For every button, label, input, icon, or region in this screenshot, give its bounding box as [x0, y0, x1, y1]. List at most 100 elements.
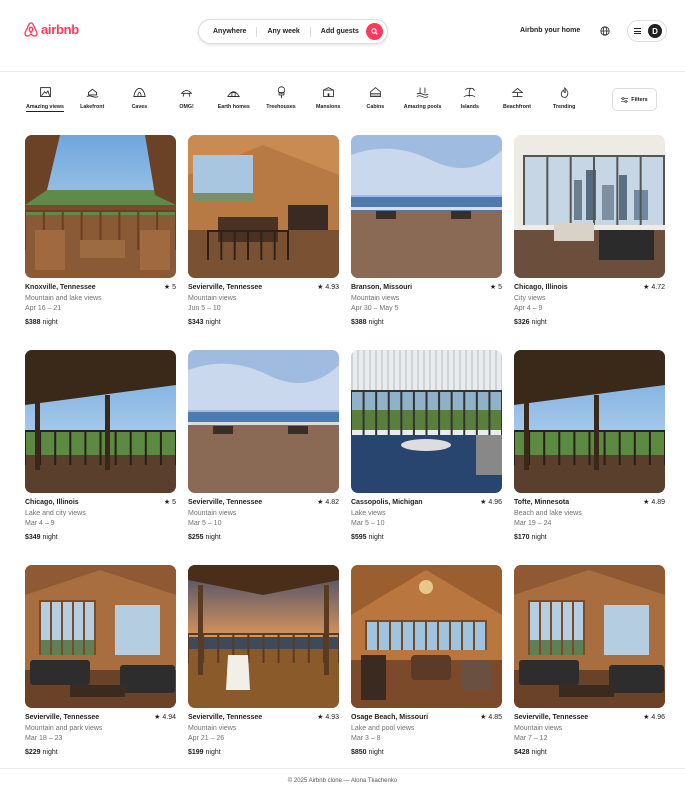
listing-photo[interactable]: [351, 565, 502, 708]
listing-photo[interactable]: [25, 565, 176, 708]
category-amazing-pools[interactable]: Amazing pools: [398, 86, 448, 110]
category-label: Treehouses: [266, 104, 296, 110]
avatar: D: [648, 24, 662, 38]
category-beachfront[interactable]: Beachfront: [492, 86, 542, 110]
star-icon: ★: [163, 499, 171, 506]
listing-card[interactable]: Knoxville, Tennessee ★ 5 Mountain and lake…: [25, 135, 176, 329]
category-lakefront[interactable]: Lakefront: [67, 86, 117, 110]
star-icon: ★: [154, 714, 161, 721]
category-earth-homes[interactable]: Earth homes: [209, 86, 259, 110]
category-label: Cabins: [366, 104, 385, 110]
price-amount: $428: [514, 749, 530, 757]
price-unit: night: [531, 534, 547, 542]
star-icon: ★: [317, 284, 324, 291]
listing-description: Mountain and park views: [25, 724, 103, 732]
search-bar[interactable]: Anywhere Any week Add guests: [198, 19, 388, 44]
listing-info: Sevierville, Tennessee ★ 4.93 Mountain vie…: [188, 713, 339, 759]
listing-photo[interactable]: [25, 135, 176, 278]
listing-description: Mountain views: [188, 294, 237, 302]
listing-rating: ★ 4.96: [480, 498, 502, 509]
search-where[interactable]: Anywhere: [199, 26, 258, 37]
listing-photo[interactable]: [188, 350, 339, 493]
sliders-icon: [621, 96, 629, 103]
listing-price: $170 night: [514, 533, 665, 544]
listing-card[interactable]: Cassopolis, Michigan ★ 4.96 Lake views Mar …: [351, 350, 502, 544]
listing-price: $229 night: [25, 748, 176, 759]
price-amount: $388: [25, 319, 41, 327]
listing-card[interactable]: Chicago, Illinois ★ 4.72 City views Apr 4 –…: [514, 135, 665, 329]
listing-location: Branson, Missouri: [351, 284, 413, 291]
listing-rating: ★ 4.72: [643, 283, 665, 294]
category-cabins[interactable]: Cabins: [350, 86, 400, 110]
listing-info: Sevierville, Tennessee ★ 4.94 Mountain and…: [25, 713, 176, 759]
listing-rating: ★ 4.94: [154, 713, 176, 724]
price-amount: $595: [351, 534, 367, 542]
listing-dates: Jun 5 – 10: [188, 305, 221, 313]
listing-dates: Mar 7 – 12: [514, 735, 548, 743]
listing-dates: Mar 18 – 23: [25, 735, 63, 743]
listing-photo[interactable]: [514, 350, 665, 493]
category-omg[interactable]: OMG!: [162, 86, 212, 110]
price-unit: night: [368, 319, 384, 327]
listing-card[interactable]: Sevierville, Tennessee ★ 4.82 Mountain vie…: [188, 350, 339, 544]
globe-icon[interactable]: [600, 26, 610, 36]
price-unit: night: [531, 319, 547, 327]
listing-info: Branson, Missouri ★ 5 Mountain views Apr 30…: [351, 283, 502, 329]
listing-location: Chicago, Illinois: [25, 499, 79, 506]
search-who[interactable]: Add guests: [311, 27, 369, 37]
category-mansions[interactable]: Mansions: [303, 86, 353, 110]
price-amount: $170: [514, 534, 530, 542]
user-menu-button[interactable]: D: [627, 20, 667, 42]
listing-card[interactable]: Sevierville, Tennessee ★ 4.93 Mountain vie…: [188, 135, 339, 329]
category-treehouses[interactable]: Treehouses: [256, 86, 306, 110]
listing-photo[interactable]: [188, 135, 339, 278]
listing-rating: ★ 4.93: [317, 713, 339, 724]
airbnb-your-home-link[interactable]: Airbnb your home: [520, 27, 580, 34]
airbnb-logo[interactable]: airbnb: [24, 22, 79, 37]
category-label: Trending: [553, 104, 576, 110]
listing-card[interactable]: Sevierville, Tennessee ★ 4.94 Mountain and…: [25, 565, 176, 759]
listing-rating: ★ 5: [164, 498, 176, 509]
cabin-icon: [370, 87, 381, 97]
listing-price: $349 night: [25, 533, 176, 544]
listing-card[interactable]: Tofte, Minnesota ★ 4.89 Beach and lake vie…: [514, 350, 665, 544]
listing-card[interactable]: Sevierville, Tennessee ★ 4.96 Mountain vie…: [514, 565, 665, 759]
listing-info: Chicago, Illinois ★ 4.72 City views Apr 4 –…: [514, 283, 665, 329]
category-caves[interactable]: Caves: [114, 86, 164, 110]
search-when[interactable]: Any week: [257, 26, 311, 37]
listing-photo[interactable]: [514, 135, 665, 278]
listing-rating: ★ 4.82: [317, 498, 339, 509]
search-button[interactable]: [366, 23, 383, 40]
listing-location: Knoxville, Tennessee: [25, 284, 96, 291]
listing-rating: ★ 4.85: [480, 713, 502, 724]
category-amazing-views[interactable]: Amazing views: [20, 86, 70, 112]
cave-icon: [133, 88, 146, 97]
listing-photo[interactable]: [351, 350, 502, 493]
listing-description: Mountain views: [351, 294, 400, 302]
listing-photo[interactable]: [25, 350, 176, 493]
search-icon: [371, 28, 378, 35]
listing-rating: ★ 4.93: [317, 283, 339, 294]
listing-dates: Mar 5 – 10: [351, 520, 385, 528]
listing-photo[interactable]: [514, 565, 665, 708]
listing-card[interactable]: Osage Beach, Missouri ★ 4.85 Lake and pool…: [351, 565, 502, 759]
listing-card[interactable]: Branson, Missouri ★ 5 Mountain views Apr 30…: [351, 135, 502, 329]
star-icon: ★: [480, 714, 487, 721]
category-label: Islands: [460, 104, 479, 110]
listing-card[interactable]: Chicago, Illinois ★ 5 Lake and city views M…: [25, 350, 176, 544]
menu-icon: [634, 28, 641, 34]
listing-price: $343 night: [188, 318, 339, 329]
rating-value: 4.93: [325, 284, 339, 291]
category-label: OMG!: [179, 104, 194, 110]
category-islands[interactable]: Islands: [445, 86, 495, 110]
listing-dates: Mar 3 – 8: [351, 735, 381, 743]
listing-rating: ★ 5: [490, 283, 502, 294]
rating-value: 5: [172, 499, 176, 506]
price-unit: night: [531, 749, 547, 757]
listing-photo[interactable]: [188, 565, 339, 708]
listing-photo[interactable]: [351, 135, 502, 278]
listing-price: $388 night: [351, 318, 502, 329]
category-trending[interactable]: Trending: [539, 86, 589, 110]
listing-card[interactable]: Sevierville, Tennessee ★ 4.93 Mountain vie…: [188, 565, 339, 759]
filters-button[interactable]: Filters: [612, 88, 657, 111]
